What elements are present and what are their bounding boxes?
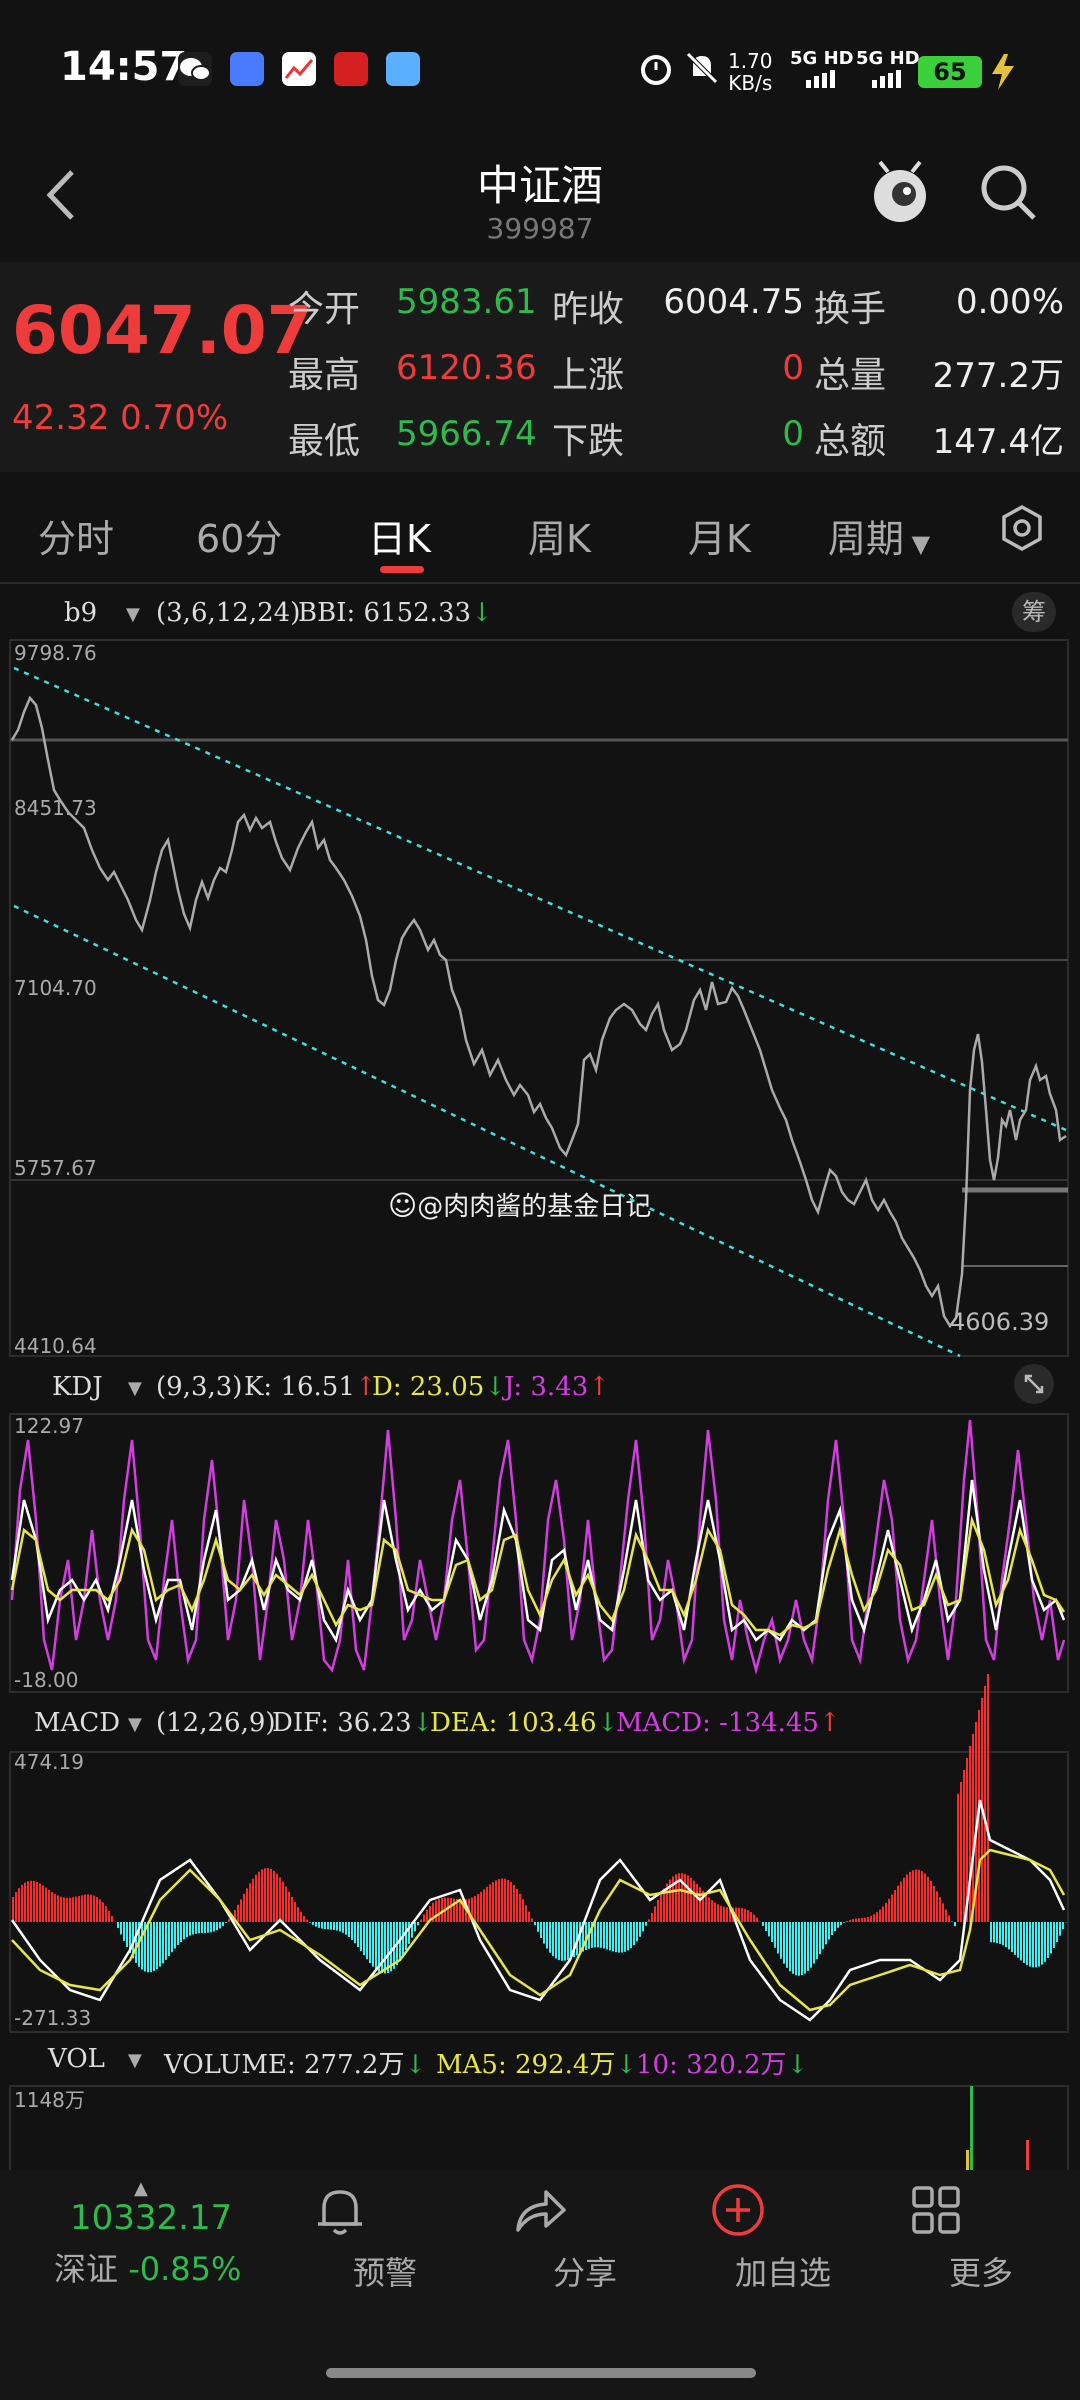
home-indicator[interactable] — [326, 2368, 756, 2378]
market-index[interactable]: 深证 -0.85% — [54, 2244, 241, 2290]
share-button[interactable]: 分享 — [510, 2180, 660, 2294]
vol-frame — [9, 2085, 1069, 2177]
share-icon — [516, 2180, 615, 2240]
more-button[interactable]: 更多 — [906, 2180, 1056, 2294]
market-index-name: 深证 — [54, 2250, 119, 2288]
add-watchlist-label: 加自选 — [734, 2254, 831, 2292]
volume-chart — [9, 2085, 1069, 2177]
volume-bar — [1026, 2140, 1029, 2170]
market-index-value[interactable]: 10332.17 — [70, 2198, 232, 2238]
volume-bar — [966, 2150, 969, 2170]
grid-icon — [912, 2180, 1011, 2240]
share-label: 分享 — [552, 2254, 617, 2292]
market-index-change: -0.85% — [128, 2250, 242, 2288]
vol-y-max: 1148万 — [14, 2088, 85, 2112]
more-label: 更多 — [948, 2254, 1013, 2292]
add-watchlist-button[interactable]: 加自选 — [708, 2180, 858, 2294]
expand-up-icon[interactable]: ▲ — [134, 2178, 148, 2199]
alert-label: 预警 — [352, 2254, 417, 2292]
alert-button[interactable]: 预警 — [310, 2180, 460, 2294]
volume-bar — [970, 2086, 973, 2170]
bell-icon — [318, 2180, 415, 2240]
plus-circle-icon — [712, 2180, 813, 2240]
